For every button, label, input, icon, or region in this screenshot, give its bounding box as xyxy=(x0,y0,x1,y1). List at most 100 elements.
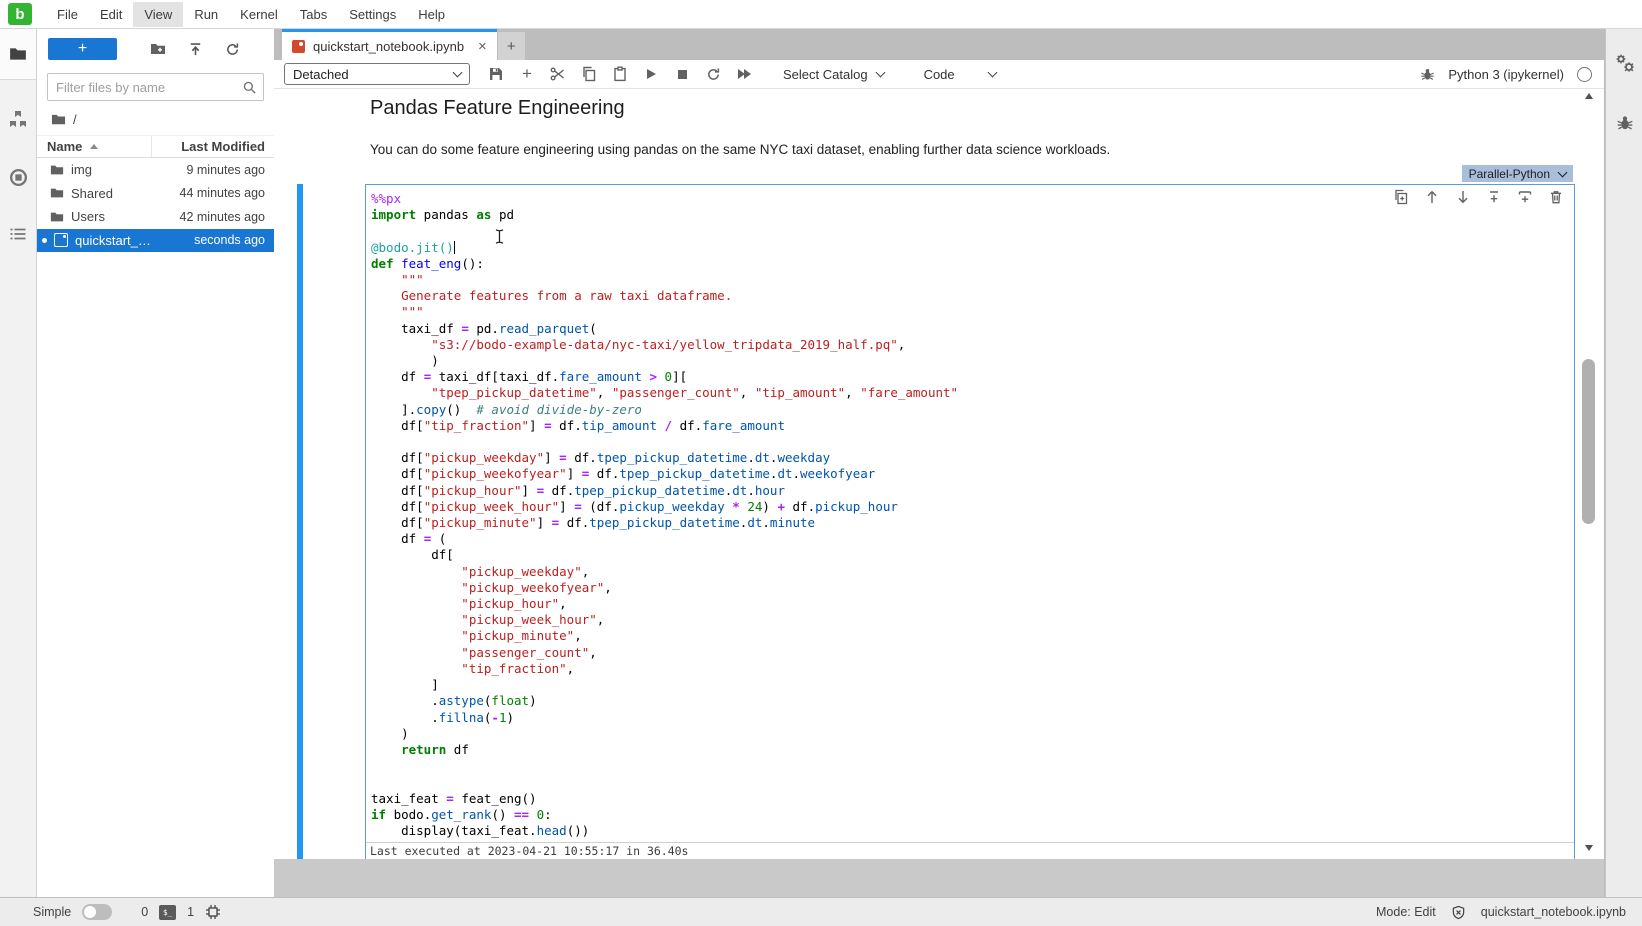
new-tab-button[interactable]: + xyxy=(498,32,525,60)
trust-shield-icon xyxy=(1451,905,1466,920)
catalog-select-label: Select Catalog xyxy=(783,67,868,82)
sidebar-tab-catalogs[interactable] xyxy=(0,94,36,144)
chevron-down-icon xyxy=(1558,167,1568,177)
markdown-cell[interactable]: Pandas Feature Engineering You can do so… xyxy=(370,93,1470,157)
upload-icon[interactable] xyxy=(188,42,203,57)
simple-mode-label: Simple xyxy=(33,905,71,919)
sidebar-tab-running-kernels[interactable] xyxy=(0,152,36,202)
file-filter-input[interactable] xyxy=(54,79,242,96)
chevron-down-icon xyxy=(875,68,885,78)
breadcrumb: / xyxy=(37,101,274,135)
markdown-paragraph: You can do some feature engineering usin… xyxy=(370,142,1470,157)
home-folder-icon[interactable] xyxy=(51,112,66,127)
notebook-file-icon xyxy=(54,233,68,247)
kernel-status-icon[interactable] xyxy=(1577,67,1592,82)
duplicate-cell-icon[interactable] xyxy=(1393,189,1409,205)
sidebar-tab-debugger[interactable] xyxy=(1606,101,1642,145)
insert-cell-below-icon[interactable] xyxy=(1517,189,1533,205)
code-editor[interactable]: %%pximport pandas as pd @bodo.jit()def f… xyxy=(366,185,1574,843)
sidebar-tab-property-inspector[interactable] xyxy=(1606,41,1642,85)
catalog-bookmarks-icon xyxy=(8,109,28,129)
kernel-name[interactable]: Python 3 (ipykernel) xyxy=(1448,67,1564,82)
file-browser-toolbar: + xyxy=(37,29,274,69)
menu-run[interactable]: Run xyxy=(183,2,229,27)
file-modified: seconds ago xyxy=(194,233,274,247)
debugger-bug-icon[interactable] xyxy=(1420,67,1435,82)
file-row-img[interactable]: img 9 minutes ago xyxy=(37,158,274,182)
file-row-quickstart-notebook[interactable]: quickstart_… seconds ago xyxy=(37,229,274,253)
insert-cell-above-icon[interactable] xyxy=(1486,189,1502,205)
cell-type-value: Code xyxy=(924,67,955,82)
notebook-scrollbar[interactable] xyxy=(1581,89,1597,859)
delete-cell-icon[interactable] xyxy=(1548,189,1564,205)
sidebar-tab-file-browser[interactable] xyxy=(0,29,36,80)
cell-collapser[interactable] xyxy=(297,184,303,859)
restart-kernel-button[interactable] xyxy=(704,65,722,83)
file-name: img xyxy=(71,162,92,177)
markdown-heading: Pandas Feature Engineering xyxy=(370,97,1470,120)
insert-cell-button[interactable]: + xyxy=(518,65,536,83)
move-cell-down-icon[interactable] xyxy=(1455,189,1471,205)
badge-label: Parallel-Python xyxy=(1469,167,1550,181)
simple-mode-toggle[interactable] xyxy=(82,904,112,920)
new-folder-button[interactable] xyxy=(150,41,166,57)
parallel-python-badge[interactable]: Parallel-Python xyxy=(1462,165,1573,182)
sort-by-modified-header[interactable]: Last Modified xyxy=(152,139,274,154)
left-sidebar-strip xyxy=(0,29,37,897)
file-name: Users xyxy=(71,209,105,224)
menu-file[interactable]: File xyxy=(46,2,89,27)
run-button[interactable] xyxy=(642,65,660,83)
code-cell: %%pximport pandas as pd @bodo.jit()def f… xyxy=(365,184,1575,859)
paste-cells-button[interactable] xyxy=(611,65,629,83)
file-modified: 44 minutes ago xyxy=(180,186,274,200)
folder-icon xyxy=(50,186,64,200)
scroll-up-icon[interactable] xyxy=(1585,93,1593,99)
interrupt-kernel-button[interactable] xyxy=(673,65,691,83)
catalog-select[interactable]: Select Catalog xyxy=(783,67,884,82)
menu-help[interactable]: Help xyxy=(407,2,456,27)
file-row-users[interactable]: Users 42 minutes ago xyxy=(37,205,274,229)
folder-icon xyxy=(50,210,64,224)
main-dock-panel: quickstart_notebook.ipynb × + Detached + xyxy=(274,29,1604,897)
new-launcher-label: + xyxy=(78,40,87,58)
file-row-shared[interactable]: Shared 44 minutes ago xyxy=(37,182,274,206)
editor-mode-indicator: Mode: Edit xyxy=(1376,905,1436,919)
stop-circle-icon xyxy=(8,167,29,188)
sort-by-name-header[interactable]: Name xyxy=(37,136,152,157)
tab-label: quickstart_notebook.ipynb xyxy=(313,39,464,54)
save-button[interactable] xyxy=(487,65,505,83)
tab-quickstart-notebook[interactable]: quickstart_notebook.ipynb × xyxy=(282,29,497,60)
breadcrumb-root[interactable]: / xyxy=(73,112,77,127)
copy-cells-button[interactable] xyxy=(580,65,598,83)
kernel-chip-icon[interactable] xyxy=(205,904,221,920)
current-file-label: quickstart_notebook.ipynb xyxy=(1481,905,1626,919)
move-cell-up-icon[interactable] xyxy=(1424,189,1440,205)
bug-icon xyxy=(1616,114,1634,132)
new-tab-label: + xyxy=(507,38,516,55)
scroll-down-icon[interactable] xyxy=(1585,845,1593,851)
menu-view[interactable]: View xyxy=(133,2,183,27)
refresh-icon[interactable] xyxy=(225,42,240,57)
file-filter-box xyxy=(47,73,264,101)
list-icon xyxy=(8,225,28,245)
menu-settings[interactable]: Settings xyxy=(338,2,407,27)
menu-edit[interactable]: Edit xyxy=(89,2,133,27)
new-launcher-button[interactable]: + xyxy=(48,38,117,60)
tab-bar: quickstart_notebook.ipynb × + xyxy=(274,29,1604,60)
sidebar-tab-table-of-contents[interactable] xyxy=(0,210,36,260)
file-name: Shared xyxy=(71,186,113,201)
file-browser-panel: + / Name Last Modified img xyxy=(37,29,274,897)
terminal-icon[interactable]: $_ xyxy=(159,905,176,920)
cluster-select[interactable]: Detached xyxy=(284,63,470,85)
modified-column-label: Last Modified xyxy=(181,139,265,154)
menu-tabs[interactable]: Tabs xyxy=(289,2,338,27)
cut-cells-button[interactable] xyxy=(549,65,567,83)
cell-toolbar xyxy=(1393,189,1564,205)
menu-kernel[interactable]: Kernel xyxy=(229,2,289,27)
notebook-content: Pandas Feature Engineering You can do so… xyxy=(274,89,1604,859)
restart-run-all-button[interactable] xyxy=(735,65,753,83)
cell-type-select[interactable]: Code xyxy=(924,67,996,82)
scrollbar-thumb[interactable] xyxy=(1582,359,1595,524)
close-tab-icon[interactable]: × xyxy=(478,38,487,55)
execution-status: Last executed at 2023-04-21 10:55:17 in … xyxy=(366,842,1574,859)
